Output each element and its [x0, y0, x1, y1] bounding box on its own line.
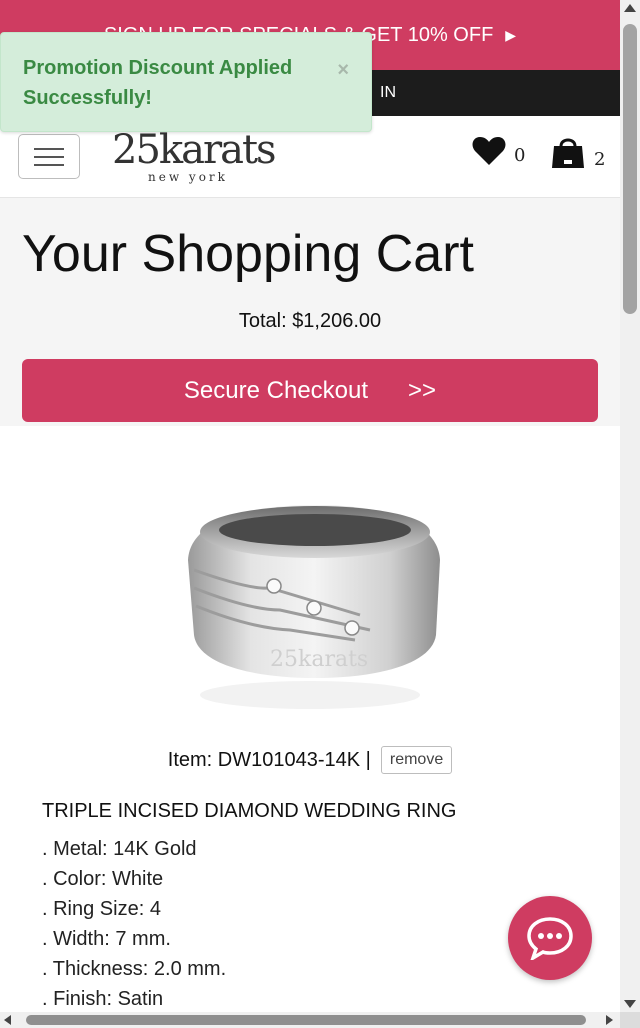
item-code-row: Item: DW101043-14K | remove [0, 746, 620, 774]
spec-color: . Color: White [42, 868, 164, 890]
vertical-scrollbar[interactable] [620, 0, 640, 1012]
product-name[interactable]: TRIPLE INCISED DIAMOND WEDDING RING [42, 800, 456, 823]
spec-finish: . Finish: Satin [42, 988, 164, 1010]
page-title: Your Shopping Cart [22, 225, 474, 283]
cart-total: Total: $1,206.00 [238, 310, 382, 332]
chat-bubble-icon [527, 917, 573, 960]
cart-summary: Your Shopping Cart Total: $1,206.00 Secu… [0, 198, 620, 426]
hamburger-menu-button[interactable] [18, 134, 80, 179]
page-viewport: SIGN UP FOR SPECIALS & GET 10% OFF ▶ IN … [0, 0, 620, 1012]
promo-toast: Promotion Discount Applied Successfully!… [0, 32, 372, 132]
checkout-arrow: >> [408, 376, 437, 404]
item-code: Item: DW101043-14K | [167, 748, 371, 771]
product-specs: . Metal: 14K Gold . Color: White . Ring … [42, 834, 226, 1012]
vertical-scroll-thumb[interactable] [623, 24, 637, 314]
hamburger-icon-line [34, 163, 64, 166]
image-watermark: 25karats [270, 647, 368, 672]
checkout-label: Secure Checkout [183, 376, 369, 404]
cart-count: 2 [594, 149, 606, 170]
ring-illustration: 25karats [188, 505, 440, 709]
shopping-bag-icon [552, 138, 584, 168]
horizontal-scroll-thumb[interactable] [26, 1015, 586, 1025]
logo-wordmark: 25karats [112, 127, 277, 173]
promo-arrow-icon: ▶ [505, 26, 517, 43]
wishlist-count: 0 [514, 145, 526, 166]
hamburger-icon-line [34, 155, 64, 158]
scroll-down-arrow-icon[interactable] [624, 1000, 636, 1008]
remove-button[interactable]: remove [380, 746, 453, 774]
site-logo[interactable]: 25karats new york [112, 127, 277, 192]
scroll-left-arrow-icon[interactable] [4, 1015, 11, 1025]
close-icon[interactable]: × [337, 55, 349, 85]
heart-icon [472, 137, 506, 165]
spec-width: . Width: 7 mm. [42, 928, 171, 950]
hamburger-icon-line [34, 147, 64, 150]
scroll-up-arrow-icon[interactable] [624, 4, 636, 12]
spec-metal: . Metal: 14K Gold [42, 838, 197, 860]
product-image[interactable]: 25karats [170, 470, 460, 720]
spec-ring-size: . Ring Size: 4 [42, 898, 161, 920]
scrollbar-corner [620, 1012, 640, 1028]
wishlist-button[interactable]: 0 [472, 136, 525, 166]
scroll-right-arrow-icon[interactable] [606, 1015, 613, 1025]
horizontal-scrollbar[interactable] [0, 1012, 640, 1028]
cart-button[interactable]: 2 [550, 134, 605, 170]
logo-subtitle: new york [148, 170, 228, 184]
chat-button[interactable] [508, 896, 592, 980]
toast-message: Promotion Discount Applied Successfully! [23, 57, 293, 109]
spec-thickness: . Thickness: 2.0 mm. [42, 958, 227, 980]
secure-checkout-button[interactable]: Secure Checkout >> [22, 359, 598, 422]
sign-in-link[interactable]: IN [380, 84, 396, 102]
